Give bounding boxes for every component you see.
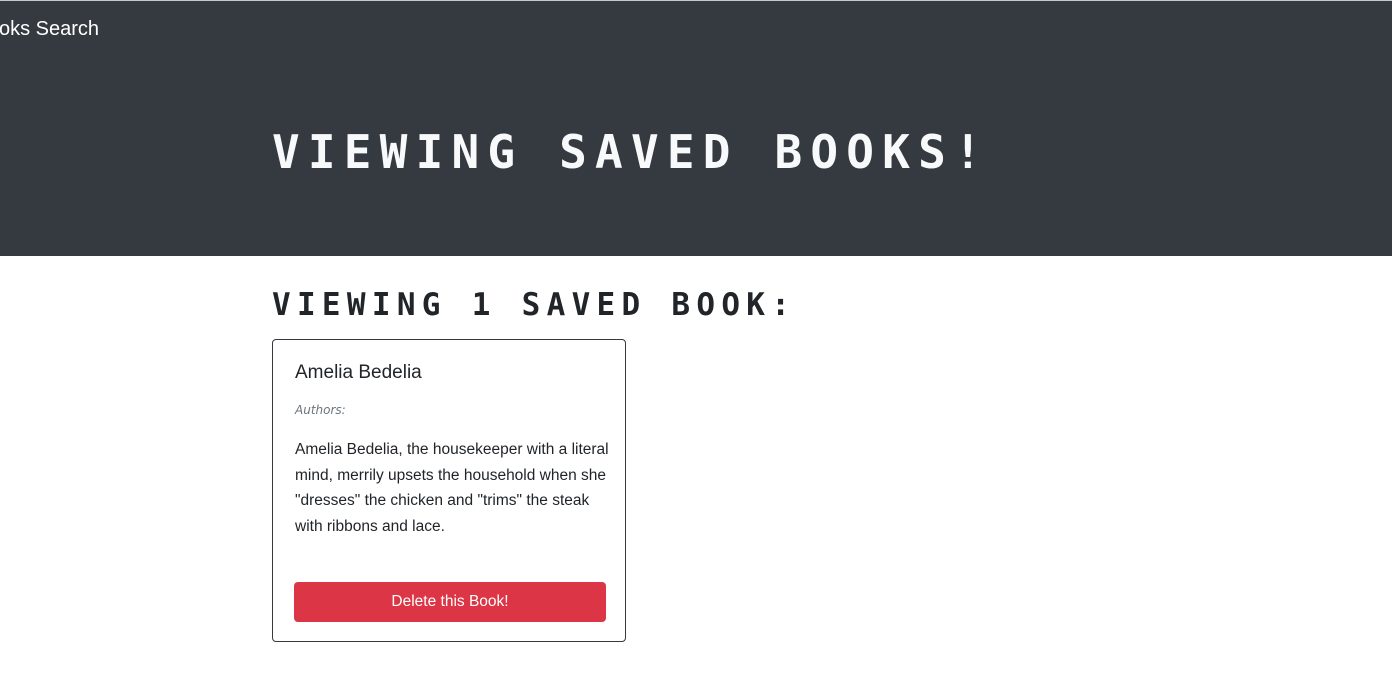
book-authors: Authors: [295, 403, 346, 417]
header: oks Search VIEWING SAVED BOOKS! [0, 1, 1392, 256]
book-card: Amelia Bedelia Authors: Amelia Bedelia, … [272, 339, 626, 642]
saved-books-count-heading: VIEWING 1 SAVED BOOK: [272, 287, 797, 323]
book-title: Amelia Bedelia [295, 362, 422, 383]
navbar-brand-link[interactable]: oks Search [0, 18, 99, 41]
delete-book-button[interactable]: Delete this Book! [294, 582, 606, 622]
book-description: Amelia Bedelia, the housekeeper with a l… [295, 441, 609, 535]
page-title: VIEWING SAVED BOOKS! [272, 125, 990, 179]
